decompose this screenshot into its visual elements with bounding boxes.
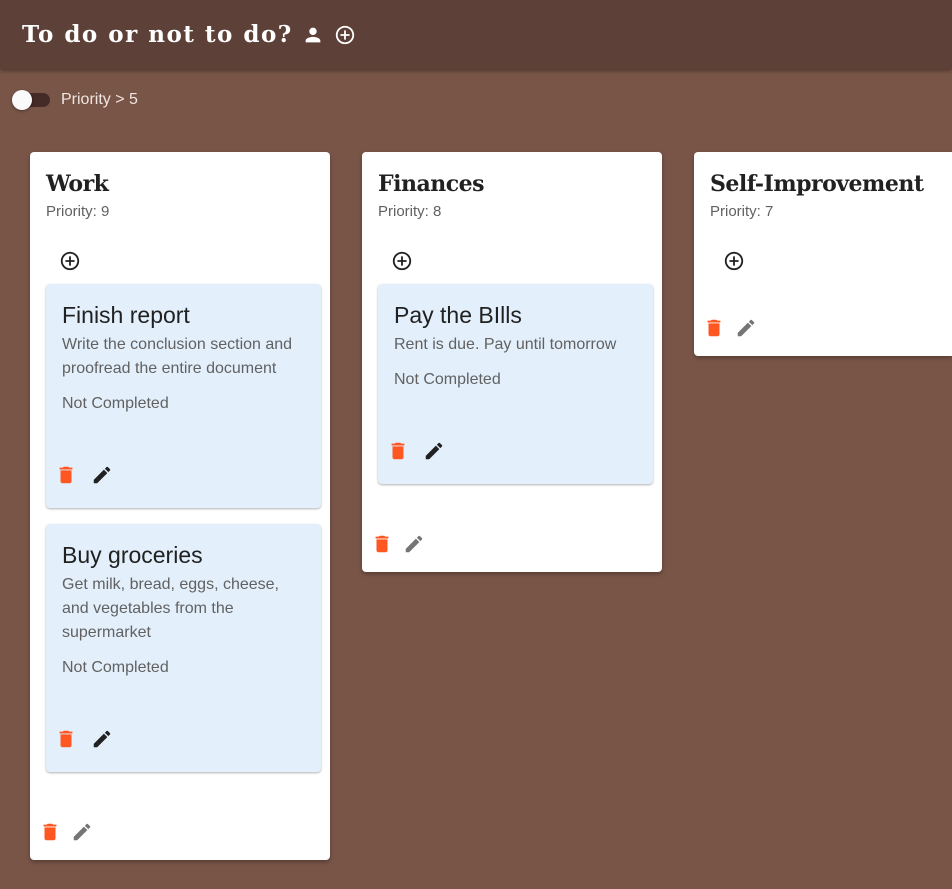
edit-icon [91, 728, 113, 750]
add-task-button[interactable] [390, 249, 414, 273]
column-title: Work [46, 171, 109, 197]
delete-column-button[interactable] [38, 820, 62, 844]
edit-task-button[interactable] [90, 727, 114, 751]
delete-icon [39, 821, 61, 843]
delete-task-button[interactable] [54, 463, 78, 487]
add-circle-icon [334, 24, 356, 46]
delete-task-button[interactable] [386, 439, 410, 463]
edit-column-button[interactable] [402, 532, 426, 556]
delete-column-button[interactable] [702, 316, 726, 340]
task-description: Rent is due. Pay until tomorrow [394, 336, 617, 353]
column-title: Finances [378, 171, 485, 197]
task-title: Finish report [62, 302, 190, 328]
app-title: To do or not to do? [22, 21, 293, 48]
column-priority: Priority: 7 [710, 203, 774, 220]
task-description: Get milk, bread, eggs, cheese, and veget… [62, 576, 279, 641]
task-description: Write the conclusion section and proofre… [62, 336, 293, 377]
add-task-button[interactable] [722, 249, 746, 273]
add-circle-icon [723, 250, 745, 272]
task-status: Not Completed [62, 395, 169, 412]
task-card[interactable]: Finish report Write the conclusion secti… [46, 284, 321, 508]
edit-icon [735, 317, 757, 339]
task-title: Buy groceries [62, 542, 203, 568]
priority-filter-switch[interactable] [12, 88, 50, 112]
column-self-improvement: Self-Improvement Priority: 7 [694, 152, 952, 356]
add-column-button[interactable] [333, 23, 357, 47]
edit-column-button[interactable] [70, 820, 94, 844]
task-status: Not Completed [62, 659, 169, 676]
column-priority: Priority: 9 [46, 203, 110, 220]
priority-filter: Priority > 5 [12, 88, 138, 112]
edit-icon [403, 533, 425, 555]
delete-icon [703, 317, 725, 339]
column-priority: Priority: 8 [378, 203, 442, 220]
edit-task-button[interactable] [90, 463, 114, 487]
edit-task-button[interactable] [422, 439, 446, 463]
delete-task-button[interactable] [54, 727, 78, 751]
delete-icon [55, 728, 77, 750]
task-card[interactable]: Pay the BIlls Rent is due. Pay until tom… [378, 284, 653, 484]
edit-icon [71, 821, 93, 843]
edit-icon [423, 440, 445, 462]
column-title: Self-Improvement [710, 171, 924, 197]
task-status: Not Completed [394, 371, 501, 388]
delete-column-button[interactable] [370, 532, 394, 556]
add-circle-icon [59, 250, 81, 272]
delete-icon [387, 440, 409, 462]
column-finances: Finances Priority: 8 Pay the BIlls Rent … [362, 152, 662, 572]
column-work: Work Priority: 9 Finish report Write the… [30, 152, 330, 860]
edit-icon [91, 464, 113, 486]
delete-icon [55, 464, 77, 486]
add-task-button[interactable] [58, 249, 82, 273]
priority-filter-label: Priority > 5 [61, 91, 138, 108]
edit-column-button[interactable] [734, 316, 758, 340]
app-bar: To do or not to do? [0, 0, 952, 69]
switch-thumb[interactable] [12, 90, 32, 110]
person-icon[interactable] [301, 23, 325, 47]
task-title: Pay the BIlls [394, 302, 522, 328]
delete-icon [371, 533, 393, 555]
task-card[interactable]: Buy groceries Get milk, bread, eggs, che… [46, 524, 321, 772]
add-circle-icon [391, 250, 413, 272]
